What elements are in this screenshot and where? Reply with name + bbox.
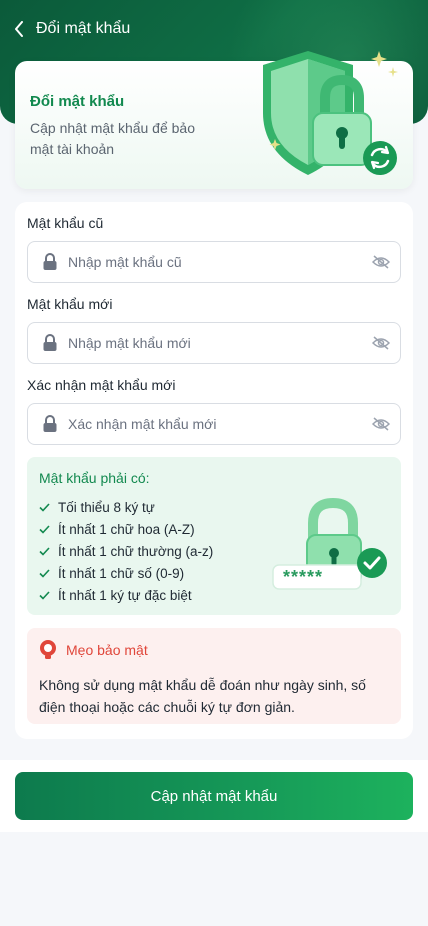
new-password-label: Mật khẩu mới xyxy=(27,296,113,312)
shield-lock-icon xyxy=(263,51,398,175)
list-item: Ít nhất 1 chữ hoa (A-Z) xyxy=(39,518,213,540)
bottom-bar: Cập nhật mật khẩu xyxy=(0,760,428,832)
requirements-title: Mật khẩu phải có: xyxy=(39,470,150,486)
requirement-text: Ít nhất 1 chữ số (0-9) xyxy=(58,565,185,581)
list-item: Ít nhất 1 chữ số (0-9) xyxy=(39,562,213,584)
old-password-label: Mật khẩu cũ xyxy=(27,215,104,231)
new-password-field[interactable] xyxy=(27,322,401,364)
confirm-password-label: Xác nhận mật khẩu mới xyxy=(27,377,176,393)
requirement-text: Ít nhất 1 chữ thường (a-z) xyxy=(58,543,214,559)
password-requirements: Mật khẩu phải có: Tối thiểu 8 ký tự Ít n… xyxy=(27,457,401,615)
check-icon xyxy=(39,502,50,512)
lightbulb-icon xyxy=(40,640,56,659)
confirm-password-field[interactable] xyxy=(27,403,401,445)
eye-off-icon[interactable] xyxy=(372,255,390,269)
lock-icon xyxy=(43,415,57,432)
check-icon xyxy=(39,590,50,600)
check-icon xyxy=(39,524,50,534)
confirm-password-input[interactable] xyxy=(68,416,372,432)
requirement-text: Ít nhất 1 chữ hoa (A-Z) xyxy=(58,521,195,537)
list-item: Ít nhất 1 chữ thường (a-z) xyxy=(39,540,213,562)
hero-title: Đổi mật khẩu xyxy=(30,93,125,110)
requirements-list: Tối thiểu 8 ký tự Ít nhất 1 chữ hoa (A-Z… xyxy=(39,496,213,606)
eye-off-icon[interactable] xyxy=(372,417,390,431)
update-password-button[interactable]: Cập nhật mật khẩu xyxy=(15,772,413,820)
masked-password-text: ***** xyxy=(283,567,323,587)
list-item: Tối thiểu 8 ký tự xyxy=(39,496,213,518)
requirement-text: Tối thiểu 8 ký tự xyxy=(58,499,155,515)
top-bar: Đổi mật khẩu xyxy=(14,18,130,40)
security-tip: Mẹo bảo mật Không sử dụng mật khẩu dễ đo… xyxy=(27,628,401,724)
lock-icon xyxy=(43,253,57,270)
tip-title: Mẹo bảo mật xyxy=(66,642,148,658)
page-title: Đổi mật khẩu xyxy=(36,20,131,37)
padlock-password-icon: ***** xyxy=(272,497,387,590)
old-password-field[interactable] xyxy=(27,241,401,283)
new-password-input[interactable] xyxy=(68,335,372,351)
check-icon xyxy=(39,546,50,556)
lock-icon xyxy=(43,334,57,351)
tip-text: Không sử dụng mật khẩu dễ đoán như ngày … xyxy=(39,677,366,715)
eye-off-icon[interactable] xyxy=(372,336,390,350)
old-password-input[interactable] xyxy=(68,254,372,270)
list-item: Ít nhất 1 ký tự đặc biệt xyxy=(39,584,213,606)
check-icon xyxy=(39,568,50,578)
chevron-left-icon[interactable] xyxy=(14,18,28,40)
requirement-text: Ít nhất 1 ký tự đặc biệt xyxy=(58,587,192,603)
hero-description: Cập nhật mật khẩu để bảo mật tài khoản xyxy=(30,120,196,157)
password-form-card: Mật khẩu cũ Mật khẩu mới Xác nhận mật kh… xyxy=(15,202,413,739)
hero-card: Đổi mật khẩu Cập nhật mật khẩu để bảo mậ… xyxy=(15,51,413,189)
